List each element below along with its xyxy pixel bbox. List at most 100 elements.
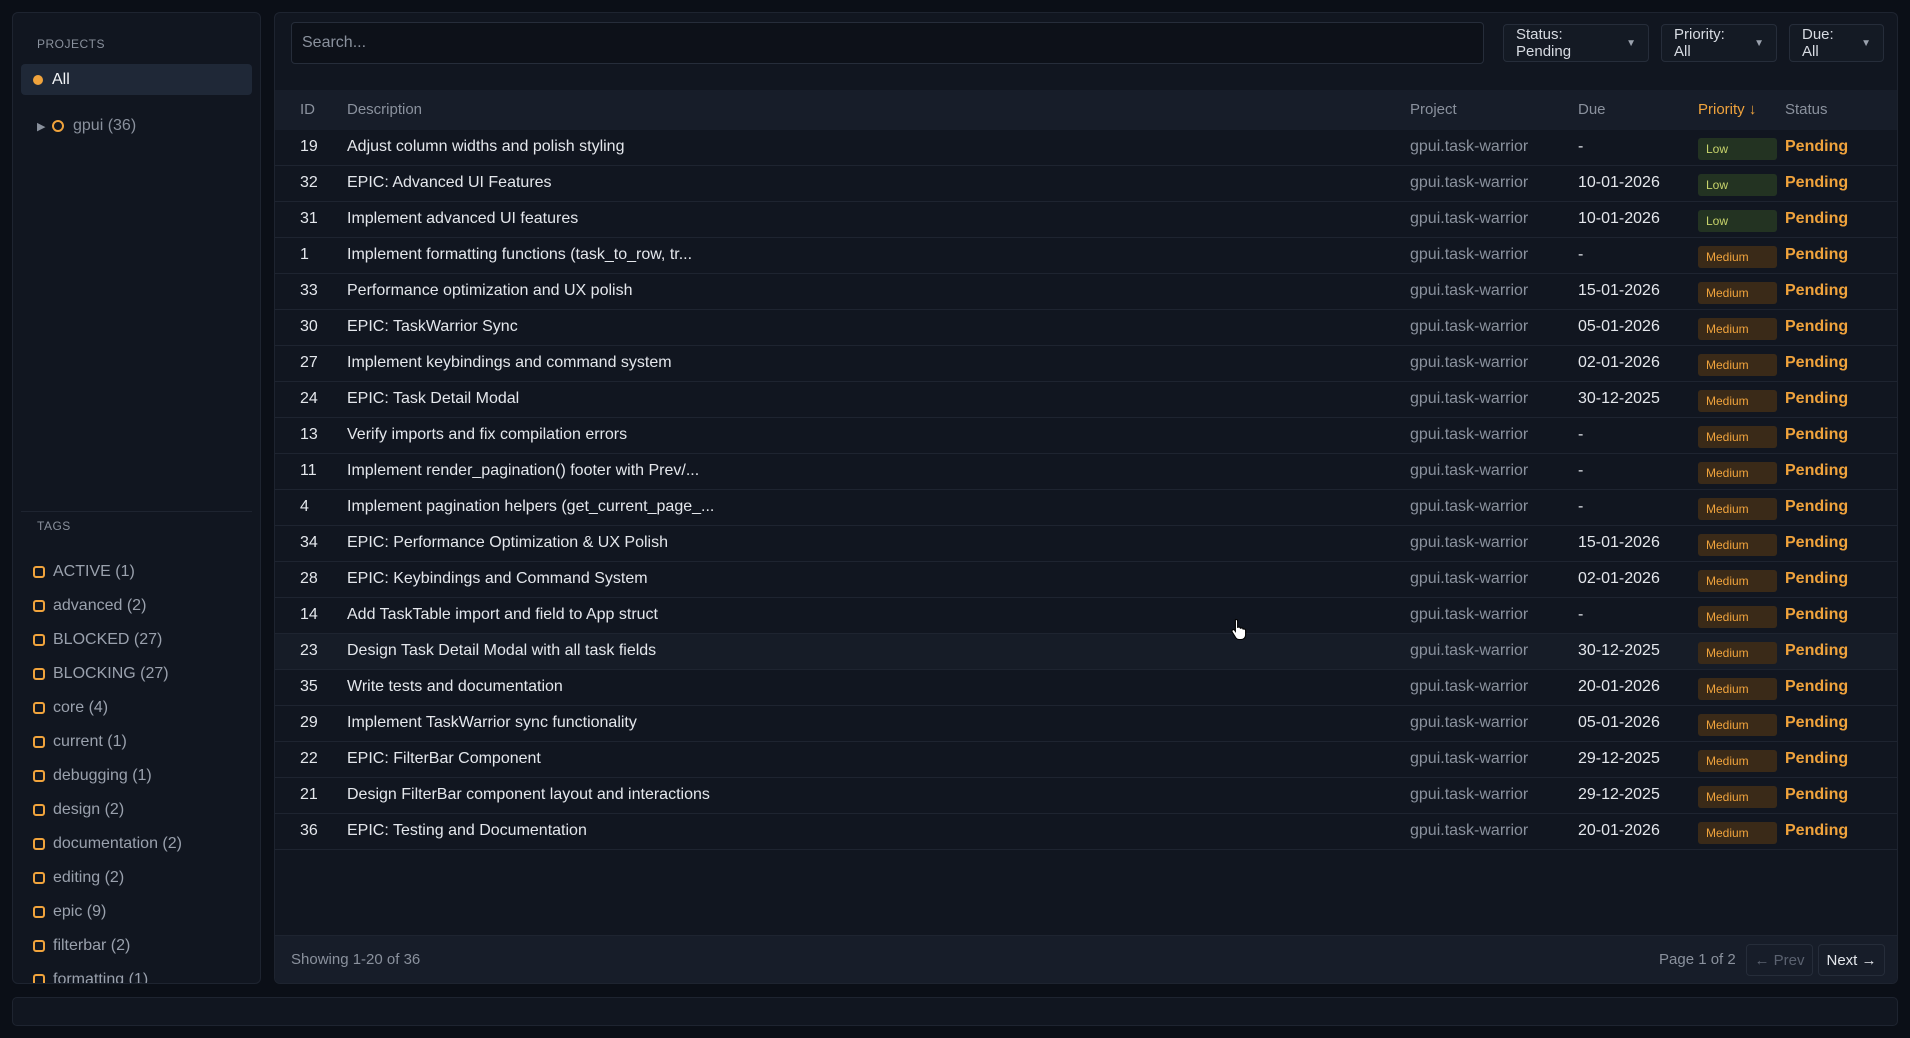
table-row[interactable]: 14 Add TaskTable import and field to App … — [275, 598, 1897, 634]
table-row[interactable]: 4 Implement pagination helpers (get_curre… — [275, 490, 1897, 526]
project-item-gpui[interactable]: ▶ gpui (36) — [37, 115, 136, 137]
table-row[interactable]: 23 Design Task Detail Modal with all task… — [275, 634, 1897, 670]
tag-item[interactable]: epic (9) — [33, 895, 182, 929]
header-project[interactable]: Project — [1410, 101, 1457, 118]
status-text: Pending — [1785, 534, 1849, 551]
project-item-all[interactable]: All — [21, 64, 252, 95]
cell-id: 34 — [300, 534, 318, 551]
status-text: Pending — [1785, 786, 1849, 803]
tag-item[interactable]: design (2) — [33, 793, 182, 827]
tag-item[interactable]: core (4) — [33, 691, 182, 725]
priority-badge: Medium — [1698, 750, 1777, 772]
table-row[interactable]: 36 EPIC: Testing and Documentation gpui.ta… — [275, 814, 1897, 850]
table-row[interactable]: 27 Implement keybindings and command syst… — [275, 346, 1897, 382]
filled-circle-icon — [33, 74, 43, 85]
cell-description: Write tests and documentation — [347, 678, 563, 695]
square-outline-icon — [33, 940, 45, 952]
table-row[interactable]: 28 EPIC: Keybindings and Command System gp… — [275, 562, 1897, 598]
tag-item[interactable]: current (1) — [33, 725, 182, 759]
tag-item[interactable]: documentation (2) — [33, 827, 182, 861]
cell-project: gpui.task-warrior — [1410, 282, 1529, 299]
cell-description: Implement keybindings and command system — [347, 354, 672, 371]
priority-badge: Medium — [1698, 714, 1777, 736]
cell-id: 28 — [300, 570, 318, 587]
tag-item[interactable]: advanced (2) — [33, 589, 182, 623]
cell-id: 14 — [300, 606, 318, 623]
table-row[interactable]: 11 Implement render_pagination() footer w… — [275, 454, 1897, 490]
priority-badge: Medium — [1698, 606, 1777, 628]
header-id[interactable]: ID — [300, 101, 315, 118]
cell-description: Performance optimization and UX polish — [347, 282, 633, 299]
table-row[interactable]: 31 Implement advanced UI features gpui.tas… — [275, 202, 1897, 238]
status-text: Pending — [1785, 174, 1849, 191]
cell-id: 24 — [300, 390, 318, 407]
page-info: Page 1 of 2 — [1659, 951, 1736, 968]
cell-project: gpui.task-warrior — [1410, 354, 1529, 371]
priority-filter-label: Priority: All — [1674, 26, 1725, 60]
table-row[interactable]: 34 EPIC: Performance Optimization & UX Po… — [275, 526, 1897, 562]
table-row[interactable]: 1 Implement formatting functions (task_to… — [275, 238, 1897, 274]
tag-label: BLOCKED (27) — [53, 631, 163, 648]
tag-label: BLOCKING (27) — [53, 665, 169, 682]
cell-project: gpui.task-warrior — [1410, 714, 1529, 731]
cell-description: Adjust column widths and polish styling — [347, 138, 625, 155]
due-filter-label: Due: All — [1802, 26, 1834, 60]
tag-item[interactable]: ACTIVE (1) — [33, 555, 182, 589]
cell-due: 29-12-2025 — [1578, 786, 1660, 803]
priority-filter-dropdown[interactable]: Priority: All ▼ — [1661, 24, 1777, 62]
tag-item[interactable]: editing (2) — [33, 861, 182, 895]
tag-item[interactable]: filterbar (2) — [33, 929, 182, 963]
cell-due: - — [1578, 426, 1584, 443]
cell-project: gpui.task-warrior — [1410, 678, 1529, 695]
tag-item[interactable]: debugging (1) — [33, 759, 182, 793]
sidebar-divider — [21, 511, 252, 512]
table-row[interactable]: 13 Verify imports and fix compilation err… — [275, 418, 1897, 454]
table-row[interactable]: 32 EPIC: Advanced UI Features gpui.task-wa… — [275, 166, 1897, 202]
cell-due: 02-01-2026 — [1578, 354, 1660, 371]
tag-item[interactable]: BLOCKED (27) — [33, 623, 182, 657]
priority-badge: Low — [1698, 138, 1777, 160]
due-filter-dropdown[interactable]: Due: All ▼ — [1789, 24, 1884, 62]
table-row[interactable]: 24 EPIC: Task Detail Modal gpui.task-warri… — [275, 382, 1897, 418]
cell-due: - — [1578, 138, 1584, 155]
showing-count: Showing 1-20 of 36 — [291, 951, 421, 968]
cell-due: 05-01-2026 — [1578, 318, 1660, 335]
header-due[interactable]: Due — [1578, 101, 1606, 118]
table-row[interactable]: 30 EPIC: TaskWarrior Sync gpui.task-warrio… — [275, 310, 1897, 346]
priority-badge: Medium — [1698, 390, 1777, 412]
prev-page-button[interactable]: ← Prev — [1746, 944, 1813, 976]
status-text: Pending — [1785, 390, 1849, 407]
cell-project: gpui.task-warrior — [1410, 138, 1529, 155]
table-row[interactable]: 22 EPIC: FilterBar Component gpui.task-war… — [275, 742, 1897, 778]
next-page-button[interactable]: Next → — [1818, 944, 1885, 976]
header-description[interactable]: Description — [347, 101, 422, 118]
square-outline-icon — [33, 770, 45, 782]
caret-right-icon[interactable]: ▶ — [37, 120, 49, 133]
search-box[interactable] — [291, 22, 1484, 64]
table-row[interactable]: 19 Adjust column widths and polish stylin… — [275, 130, 1897, 166]
cell-due: - — [1578, 246, 1584, 263]
cell-description: Add TaskTable import and field to App st… — [347, 606, 658, 623]
cell-project: gpui.task-warrior — [1410, 174, 1529, 191]
tags-title: TAGS — [37, 519, 71, 533]
table-row[interactable]: 21 Design FilterBar component layout and … — [275, 778, 1897, 814]
square-outline-icon — [33, 668, 45, 680]
tag-item[interactable]: BLOCKING (27) — [33, 657, 182, 691]
header-status[interactable]: Status — [1785, 101, 1828, 118]
cell-project: gpui.task-warrior — [1410, 642, 1529, 659]
cell-description: Implement advanced UI features — [347, 210, 579, 227]
chevron-down-icon: ▼ — [1626, 37, 1636, 49]
cell-project: gpui.task-warrior — [1410, 246, 1529, 263]
table-row[interactable]: 33 Performance optimization and UX polish… — [275, 274, 1897, 310]
status-filter-dropdown[interactable]: Status: Pending ▼ — [1503, 24, 1649, 62]
priority-badge: Medium — [1698, 786, 1777, 808]
status-filter-label: Status: Pending — [1516, 26, 1572, 60]
status-text: Pending — [1785, 714, 1849, 731]
header-priority[interactable]: Priority ↓ — [1698, 101, 1756, 118]
tag-item[interactable]: formatting (1) — [33, 963, 182, 983]
tag-label: current (1) — [53, 733, 127, 750]
table-row[interactable]: 29 Implement TaskWarrior sync functionali… — [275, 706, 1897, 742]
search-input[interactable] — [300, 33, 1483, 53]
table-row[interactable]: 35 Write tests and documentation gpui.task… — [275, 670, 1897, 706]
status-text: Pending — [1785, 498, 1849, 515]
